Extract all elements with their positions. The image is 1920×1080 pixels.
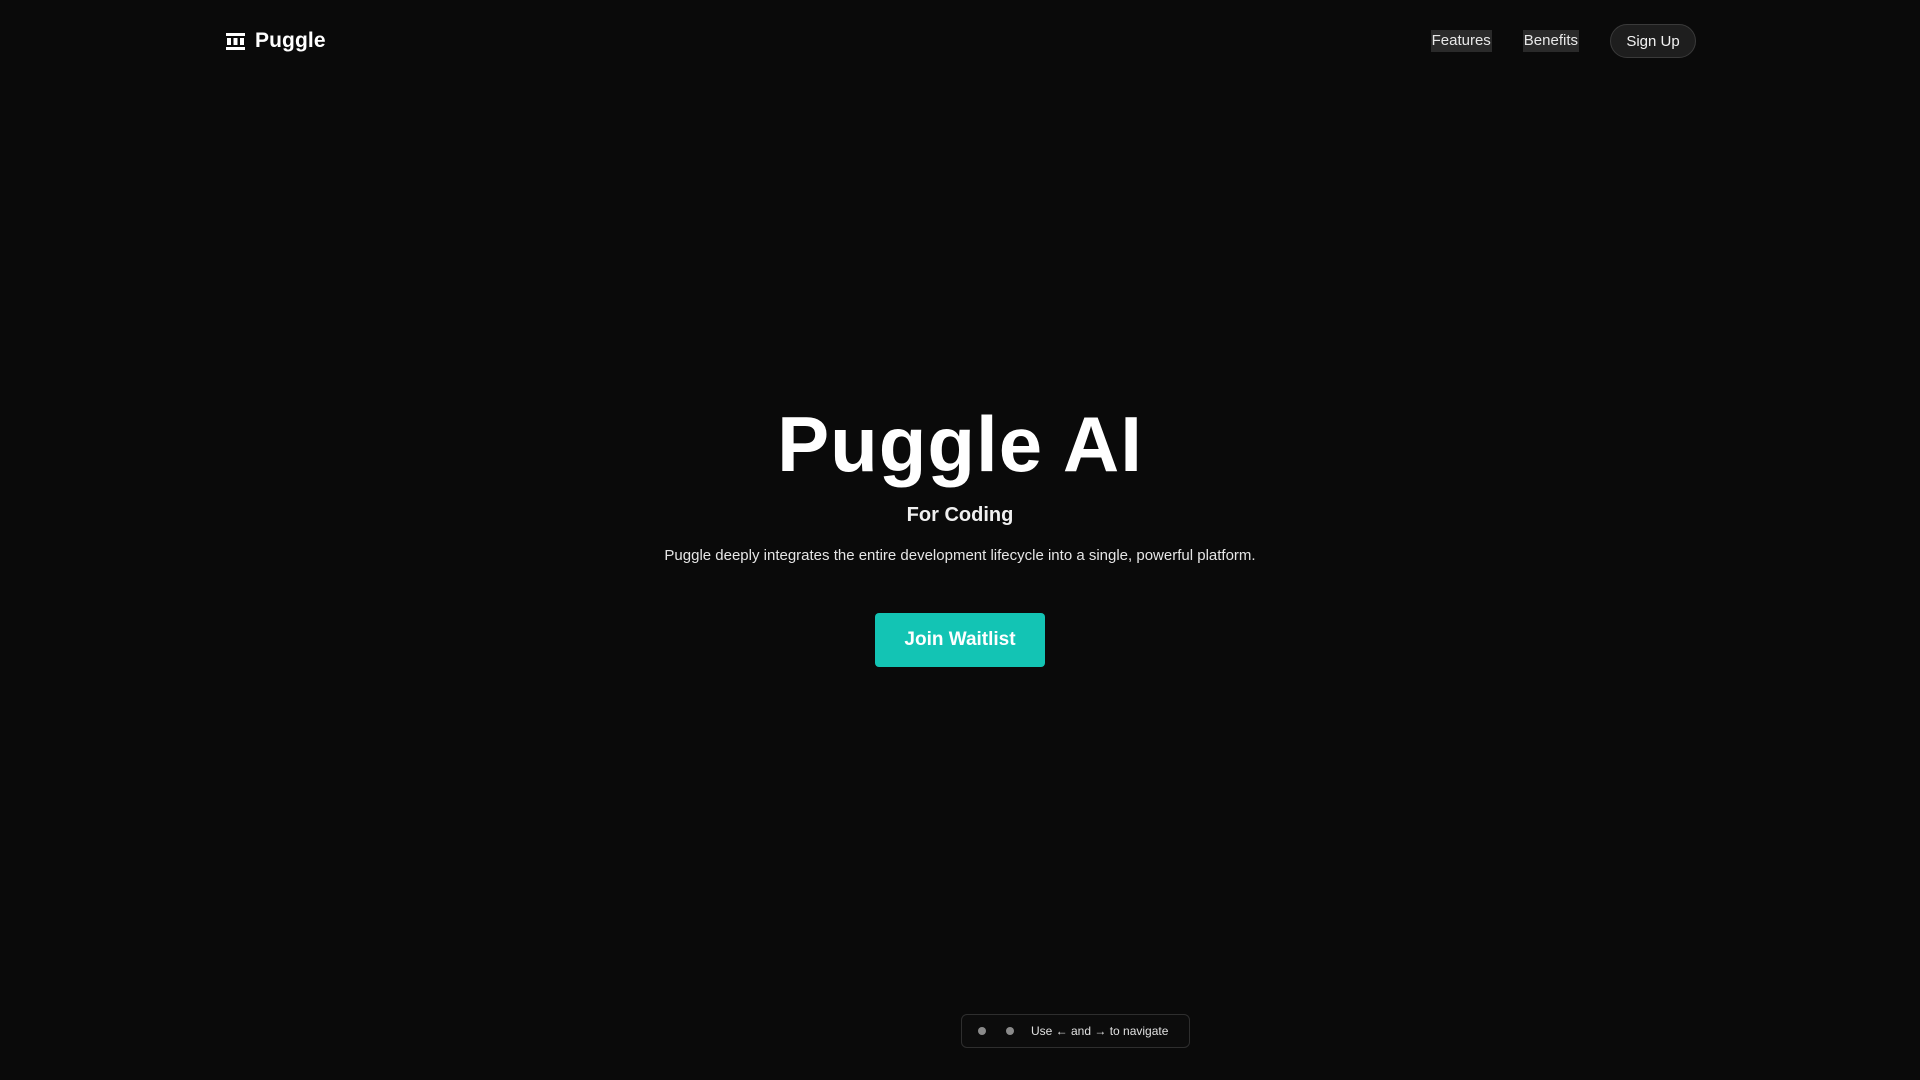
slide-dot-1[interactable]	[978, 1027, 986, 1035]
brand-logo-link[interactable]: Puggle	[226, 27, 326, 55]
main-nav: Features Benefits Sign Up	[1430, 24, 1696, 58]
slide-dot-2[interactable]	[1006, 1027, 1014, 1035]
navigation-hint-text: Use ← and → to navigate	[1031, 1024, 1169, 1038]
slide-navigation-hint: Use ← and → to navigate	[961, 1014, 1190, 1048]
grid-logo-icon	[226, 32, 245, 50]
join-waitlist-button[interactable]: Join Waitlist	[875, 613, 1045, 667]
hero-section: Puggle AI For Coding Puggle deeply integ…	[0, 400, 1920, 667]
hero-title: Puggle AI	[777, 400, 1143, 488]
top-header: Puggle Features Benefits Sign Up	[0, 0, 1920, 82]
landing-page: Puggle Features Benefits Sign Up Puggle …	[0, 0, 1920, 1080]
nav-link-features[interactable]: Features	[1430, 30, 1492, 52]
hero-subtitle: For Coding	[906, 504, 1014, 526]
hero-description: Puggle deeply integrates the entire deve…	[664, 547, 1256, 564]
nav-link-benefits[interactable]: Benefits	[1522, 30, 1579, 52]
brand-name: Puggle	[255, 29, 326, 52]
sign-up-button[interactable]: Sign Up	[1610, 24, 1696, 58]
